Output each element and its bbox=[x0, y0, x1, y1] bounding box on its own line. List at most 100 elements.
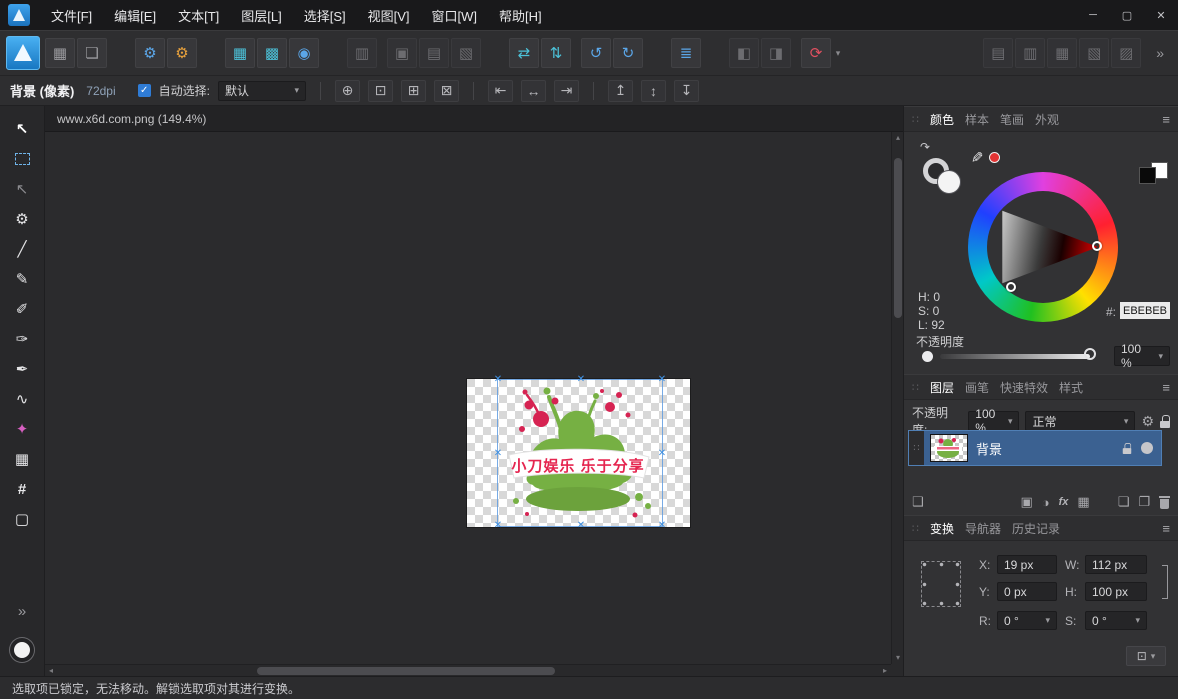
smudge-tool-icon[interactable]: ∿ bbox=[6, 384, 38, 414]
brush-tool-icon[interactable]: ✑ bbox=[6, 324, 38, 354]
menu-view[interactable]: 视图[V] bbox=[357, 0, 421, 30]
duplicate-layer-icon[interactable]: ❑ bbox=[912, 494, 924, 510]
arrange-back-icon[interactable]: ▧ bbox=[451, 38, 481, 68]
canvas-viewport[interactable]: 小刀娱乐 乐于分享 ✕ ✕ ✕ ✕ ✕ ✕ ✕ ✕ bbox=[45, 132, 891, 664]
adjustment-icon[interactable]: ◑ bbox=[1042, 495, 1050, 510]
tab-stroke[interactable]: 笔画 bbox=[1000, 111, 1024, 128]
knife-tool-icon[interactable]: ╱ bbox=[6, 234, 38, 264]
color-cycle-chevron-down-icon[interactable]: ▾ bbox=[832, 48, 844, 59]
image-tool-icon[interactable]: ▦ bbox=[6, 444, 38, 474]
tab-swatches[interactable]: 样本 bbox=[965, 111, 989, 128]
tab-styles[interactable]: 样式 bbox=[1059, 379, 1083, 396]
layer-locked-icon[interactable] bbox=[1123, 442, 1132, 453]
transform-mode-button[interactable]: ⊡ ▾ bbox=[1126, 646, 1166, 666]
shape-tool-icon[interactable]: ▢ bbox=[6, 504, 38, 534]
insert-behind-icon[interactable]: ◨ bbox=[761, 38, 791, 68]
grid-dots-icon[interactable]: ▦ bbox=[225, 38, 255, 68]
h-input[interactable]: 100 px bbox=[1085, 582, 1147, 601]
pixel-brush-tool-icon[interactable]: ✦ bbox=[6, 414, 38, 444]
panel-menu-icon[interactable]: ≡ bbox=[1162, 380, 1170, 395]
menu-edit[interactable]: 编辑[E] bbox=[103, 0, 167, 30]
marker-tool-icon[interactable]: ✐ bbox=[6, 294, 38, 324]
layer-grip-icon[interactable]: ∷ bbox=[909, 431, 924, 465]
new-layer-icon[interactable]: ❏ bbox=[1118, 494, 1130, 510]
toolbar-overflow-icon[interactable]: » bbox=[1148, 45, 1172, 61]
arrange-front-icon[interactable]: ▣ bbox=[387, 38, 417, 68]
selection-handle-tc[interactable]: ✕ bbox=[576, 375, 586, 385]
align-bottom-icon[interactable]: ↧ bbox=[674, 80, 699, 102]
tab-history[interactable]: 历史记录 bbox=[1012, 520, 1060, 537]
panel-grip-icon[interactable]: ∷ bbox=[912, 522, 919, 535]
anchor-point-selector[interactable] bbox=[921, 561, 961, 607]
flip-vertical-icon[interactable]: ⇅ bbox=[541, 38, 571, 68]
picked-color-dot[interactable] bbox=[989, 152, 1000, 163]
cycle-selection-box-icon[interactable]: ⊡ bbox=[368, 80, 393, 102]
view-mode-a-icon[interactable]: ▤ bbox=[983, 38, 1013, 68]
corner-tool-icon[interactable]: ⚙ bbox=[6, 204, 38, 234]
tab-brushes[interactable]: 画笔 bbox=[965, 379, 989, 396]
gear-blue-icon[interactable]: ⚙ bbox=[135, 38, 165, 68]
x-input[interactable]: 19 px bbox=[997, 555, 1057, 574]
swap-colors-icon[interactable]: ↷ bbox=[920, 140, 930, 154]
alignment-icon[interactable]: ≣ bbox=[671, 38, 701, 68]
vertical-scrollbar[interactable]: ▴ ▾ bbox=[891, 132, 903, 664]
primary-color-swatch[interactable] bbox=[1139, 167, 1156, 184]
color-wheel[interactable] bbox=[968, 172, 1118, 322]
crop-tool-icon[interactable]: # bbox=[6, 474, 38, 504]
pipette-tool-icon[interactable]: ✒ bbox=[6, 354, 38, 384]
selection-handle-tl[interactable]: ✕ bbox=[493, 375, 503, 385]
y-input[interactable]: 0 px bbox=[997, 582, 1057, 601]
link-dimensions-icon[interactable] bbox=[1162, 565, 1168, 599]
tab-transform[interactable]: 变换 bbox=[930, 520, 954, 537]
close-button[interactable]: ✕ bbox=[1144, 0, 1178, 30]
menu-help[interactable]: 帮助[H] bbox=[488, 0, 553, 30]
layer-thumbnail[interactable] bbox=[930, 434, 968, 462]
auto-select-checkbox[interactable]: ✓ bbox=[138, 84, 151, 97]
selection-handle-ml[interactable]: ✕ bbox=[493, 449, 503, 459]
hue-marker[interactable] bbox=[1006, 282, 1016, 292]
export-persona-icon[interactable]: ❏ bbox=[77, 38, 107, 68]
w-input[interactable]: 112 px bbox=[1085, 555, 1147, 574]
tab-color[interactable]: 颜色 bbox=[930, 111, 954, 128]
menu-select[interactable]: 选择[S] bbox=[293, 0, 357, 30]
layer-effects-icon[interactable]: fx bbox=[1059, 496, 1069, 508]
new-group-icon[interactable]: ❐ bbox=[1138, 494, 1150, 510]
tab-navigator[interactable]: 导航器 bbox=[965, 520, 1001, 537]
menu-text[interactable]: 文本[T] bbox=[167, 0, 230, 30]
tab-appearance[interactable]: 外观 bbox=[1035, 111, 1059, 128]
align-top-icon[interactable]: ↥ bbox=[608, 80, 633, 102]
opacity-slider-knob[interactable] bbox=[1084, 348, 1096, 360]
hide-selection-icon[interactable]: ⊠ bbox=[434, 80, 459, 102]
color-cycle-icon[interactable]: ⟳ bbox=[801, 38, 831, 68]
blend-mode-dropdown[interactable]: 正常 ▾ bbox=[1025, 411, 1135, 431]
insert-inside-icon[interactable]: ◧ bbox=[729, 38, 759, 68]
menu-file[interactable]: 文件[F] bbox=[40, 0, 103, 30]
selection-handle-tr[interactable]: ✕ bbox=[657, 375, 667, 385]
node-tool-icon[interactable]: ↖ bbox=[6, 174, 38, 204]
panel-menu-icon[interactable]: ≡ bbox=[1162, 521, 1170, 536]
designer-persona-icon[interactable] bbox=[6, 36, 40, 70]
selection-handle-br[interactable]: ✕ bbox=[657, 521, 667, 531]
tools-overflow-icon[interactable]: » bbox=[6, 596, 38, 626]
dim-grid-icon[interactable]: ▥ bbox=[347, 38, 377, 68]
pixel-persona-icon[interactable]: ▦ bbox=[45, 38, 75, 68]
opacity-slider[interactable] bbox=[940, 354, 1090, 359]
fill-stroke-swatch[interactable] bbox=[10, 638, 34, 662]
rotate-cw-icon[interactable]: ↻ bbox=[613, 38, 643, 68]
selection-handle-mr[interactable]: ✕ bbox=[657, 449, 667, 459]
transform-origin-icon[interactable]: ⊕ bbox=[335, 80, 360, 102]
panel-grip-icon[interactable]: ∷ bbox=[912, 381, 919, 394]
tab-quick-fx[interactable]: 快速特效 bbox=[1000, 379, 1048, 396]
show-handles-icon[interactable]: ⊞ bbox=[401, 80, 426, 102]
minimize-button[interactable]: ─ bbox=[1076, 0, 1110, 30]
move-tool-icon[interactable]: ↖ bbox=[6, 114, 38, 144]
hex-input[interactable]: EBEBEB bbox=[1120, 302, 1170, 319]
flip-horizontal-icon[interactable]: ⇄ bbox=[509, 38, 539, 68]
vertical-scroll-thumb[interactable] bbox=[894, 158, 902, 318]
layer-visibility-toggle[interactable] bbox=[1141, 442, 1153, 454]
document-tab[interactable]: www.x6d.com.png (149.4%) bbox=[57, 112, 206, 126]
selection-box[interactable]: ✕ ✕ ✕ ✕ ✕ ✕ ✕ ✕ bbox=[497, 379, 663, 527]
layer-mask-icon[interactable]: ▦ bbox=[1077, 494, 1089, 510]
menu-window[interactable]: 窗口[W] bbox=[421, 0, 489, 30]
panel-menu-icon[interactable]: ≡ bbox=[1162, 112, 1170, 127]
